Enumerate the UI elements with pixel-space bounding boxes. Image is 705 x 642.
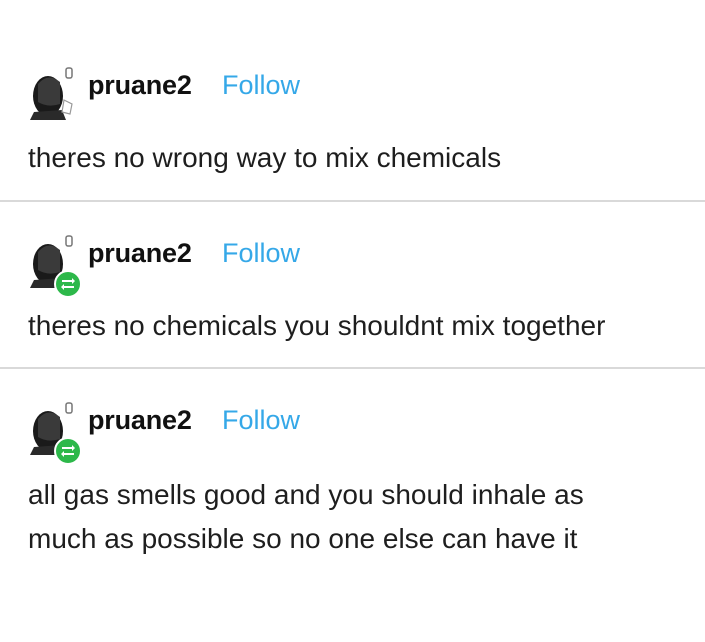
- avatar-image-icon: [30, 67, 73, 120]
- post-text: all gas smells good and you should inhal…: [28, 479, 584, 554]
- avatar[interactable]: [26, 64, 78, 122]
- reblog-icon: [54, 270, 82, 298]
- post: pruane2 Follow all gas smells good and y…: [0, 385, 705, 554]
- follow-button[interactable]: Follow: [222, 238, 300, 269]
- post-header: pruane2 Follow: [0, 385, 705, 465]
- post-text: theres no chemicals you shouldnt mix tog…: [28, 310, 606, 341]
- post-text: theres no wrong way to mix chemicals: [28, 142, 502, 173]
- post: pruane2 Follow theres no wrong way to mi…: [0, 50, 705, 173]
- username[interactable]: pruane2: [88, 238, 192, 269]
- username[interactable]: pruane2: [88, 405, 192, 436]
- post-thread: pruane2 Follow theres no wrong way to mi…: [0, 0, 705, 642]
- post: pruane2 Follow theres no chemicals you s…: [0, 218, 705, 341]
- post-header: pruane2 Follow: [0, 218, 705, 298]
- divider: [0, 200, 705, 202]
- divider: [0, 367, 705, 369]
- follow-button[interactable]: Follow: [222, 405, 300, 436]
- username[interactable]: pruane2: [88, 70, 192, 101]
- post-header: pruane2 Follow: [0, 50, 705, 120]
- reblog-icon: [54, 437, 82, 465]
- follow-button[interactable]: Follow: [222, 70, 300, 101]
